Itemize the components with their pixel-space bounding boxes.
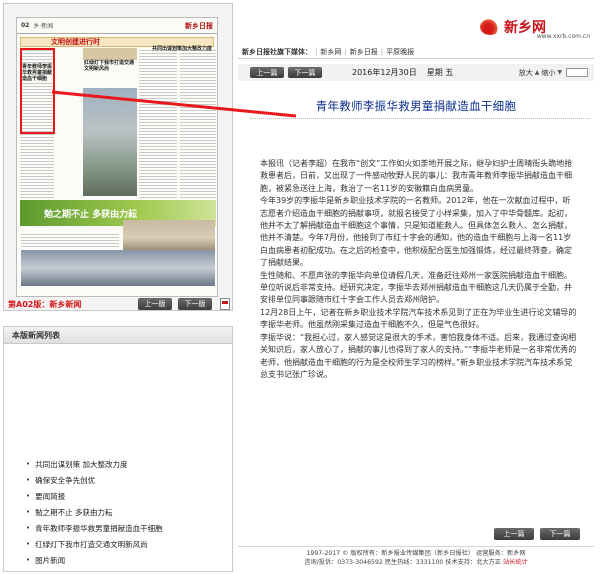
article-paragraph: 12月28日上午，记者在新乡职业技术学院汽车技术系见到了正在为毕业生进行论文辅导…	[260, 307, 577, 330]
edition-label[interactable]: 第A02版：新乡新闻	[8, 299, 81, 310]
zoom-in-icon[interactable]: ▲	[535, 69, 540, 76]
footer-contact-text: 咨询/投诉：0373-3046592 民生热线：3331100 技术支持：北大方…	[304, 559, 501, 566]
news-list-panel: 本版新闻列表 共同出谋划策 加大整改力度 确保安全争先创优 要闻简报 勉之期不止…	[3, 326, 233, 572]
zoom-out-icon[interactable]: ▼	[557, 69, 562, 76]
thumbnail-section: 乡·新闻	[33, 23, 54, 30]
prev-article-button[interactable]: 上一篇	[250, 67, 284, 78]
thumbnail-photo	[83, 88, 137, 196]
issue-date-text: 2016年12月30日	[352, 68, 417, 77]
bottom-next-article-button[interactable]: 下一篇	[540, 528, 580, 540]
thumbnail-headline-3[interactable]: 共同出谋划策加大整改力度	[152, 46, 216, 52]
nav-link-pingyuan-evening[interactable]: 平原晚报	[386, 47, 414, 57]
logo-swirl-icon	[480, 19, 500, 35]
article-paragraph: 李振华说：“我担心过，家人感觉这是很大的手术，害怕我身体不适。后来，我通过查询相…	[260, 332, 577, 379]
thumbnail-photo	[21, 250, 215, 286]
zoom-out-button[interactable]: 缩小	[541, 68, 555, 78]
article-toolbar: 上一篇 下一篇 2016年12月30日 星期 五 放大 ▲ 缩小 ▼	[238, 64, 594, 81]
issue-date: 2016年12月30日 星期 五	[352, 67, 453, 78]
thumbnail-column	[21, 232, 119, 248]
news-list-item[interactable]: 共同出谋划策 加大整改力度	[26, 456, 232, 472]
next-article-button[interactable]: 下一篇	[288, 67, 322, 78]
issue-weekday: 星期 五	[426, 68, 454, 77]
left-panel: 02 乡·新闻 新乡日报 文明创建进行时 红绿灯下我市打造交通文明新风尚 共同出…	[0, 0, 236, 574]
nav-link-xinxiang-daily[interactable]: 新乡日报	[350, 47, 378, 57]
nav-link-xinxiang-net[interactable]: 新乡网	[320, 47, 341, 57]
title-divider	[250, 118, 590, 119]
zoom-controls: 放大 ▲ 缩小 ▼	[519, 68, 588, 78]
zoom-select[interactable]	[566, 68, 588, 77]
thumbnail-photo	[123, 220, 215, 250]
news-list-item[interactable]: 要闻简报	[26, 488, 232, 504]
news-list-item[interactable]: 图片新闻	[26, 552, 232, 568]
edition-row: 第A02版：新乡新闻 上一版 下一版	[8, 297, 230, 311]
zoom-in-button[interactable]: 放大	[519, 68, 533, 78]
thumbnail-page-number: 02	[21, 22, 30, 29]
bottom-prev-article-button[interactable]: 上一篇	[494, 528, 534, 540]
article-body: 本报讯（记者李超）在我市“创文”工作如火如荼地开展之际，继孕妇护士周晴街头跪地抢…	[260, 158, 578, 381]
news-list-item[interactable]: 确保安全争先创优	[26, 472, 232, 488]
prev-edition-button[interactable]: 上一版	[138, 298, 172, 310]
logo-row: 新乡网 www.xxrb.com.cn	[238, 10, 600, 44]
article-paragraph: 本报讯（记者李超）在我市“创文”工作如火如荼地开展之际，继孕妇护士周晴街头跪地抢…	[260, 159, 573, 193]
site-logo[interactable]: 新乡网 www.xxrb.com.cn	[480, 12, 590, 42]
next-edition-button[interactable]: 下一版	[178, 298, 212, 310]
news-list-item[interactable]: 勉之期不止 多获由力耘	[26, 504, 232, 520]
media-nav-bar: 新乡日报社旗下媒体： | 新乡网 | 新乡日报 | 平原晚报	[238, 46, 594, 59]
thumbnail-headline-2[interactable]: 红绿灯下我市打造交通文明新风尚	[84, 60, 138, 72]
footer-contact: 咨询/投诉：0373-3046592 民生热线：3331100 技术支持：北大方…	[238, 558, 594, 567]
article-title: 青年教师李振华救男童捐献造血干细胞	[315, 99, 517, 113]
newspaper-page-thumbnail[interactable]: 02 乡·新闻 新乡日报 文明创建进行时 红绿灯下我市打造交通文明新风尚 共同出…	[16, 17, 218, 297]
newspaper-page-frame: 02 乡·新闻 新乡日报 文明创建进行时 红绿灯下我市打造交通文明新风尚 共同出…	[3, 3, 233, 311]
thumbnail-header: 02 乡·新闻 新乡日报	[17, 18, 217, 34]
page-footer: 1997-2017 © 版权所有：新乡报业传媒集团（新乡日报社） 运营服务：新乡…	[238, 546, 594, 567]
media-nav-lead: 新乡日报社旗下媒体：	[242, 48, 312, 56]
thumbnail-column	[180, 48, 216, 198]
article-paragraph: 生性随和、不愿声张的李振华向单位请假几天，准备赶往郑州一家医院捐献造血干细胞。单…	[260, 270, 572, 305]
selected-article-highlight[interactable]	[20, 48, 55, 134]
news-list: 共同出谋划策 加大整改力度 确保安全争先创优 要闻简报 勉之期不止 多获由力耘 …	[4, 344, 232, 568]
thumbnail-photo	[83, 48, 137, 60]
thumbnail-masthead: 新乡日报	[185, 21, 213, 30]
footer-copyright: 1997-2017 © 版权所有：新乡报业传媒集团（新乡日报社） 运营服务：新乡…	[306, 550, 526, 557]
news-list-item[interactable]: 红绿灯下我市打造交通文明新风尚	[26, 536, 232, 552]
right-panel: 新乡网 www.xxrb.com.cn 新乡日报社旗下媒体： | 新乡网 | 新…	[238, 0, 600, 574]
site-stats-link[interactable]: 站长统计	[503, 559, 528, 566]
bottom-article-nav: 上一篇 下一篇	[494, 528, 584, 540]
thumbnail-column	[139, 48, 177, 198]
news-list-item[interactable]: 青年教师李振华救男童捐献造血干细胞	[26, 520, 232, 536]
article-paragraph: 今年39岁的李振华是新乡职业技术学院的一名教师。2012年，他在一次献血过程中，…	[260, 196, 572, 268]
logo-url: www.xxrb.com.cn	[536, 33, 590, 40]
news-list-title: 本版新闻列表	[4, 327, 232, 344]
pdf-icon[interactable]	[220, 298, 230, 310]
